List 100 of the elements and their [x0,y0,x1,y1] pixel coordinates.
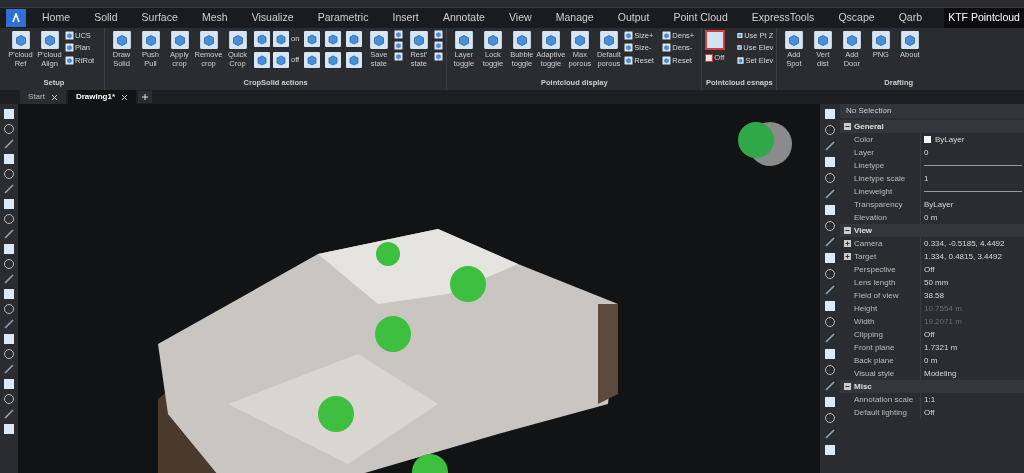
ribbon-tab[interactable]: Solid [92,8,120,28]
expand-icon[interactable] [843,253,851,260]
tool-icon[interactable] [3,348,15,360]
selection-label: No Selection [840,104,1024,118]
tool-icon[interactable] [3,408,15,420]
cube-icon [482,30,503,50]
tool-icon[interactable] [824,412,836,424]
section-header[interactable]: View [854,224,873,237]
tool-icon[interactable] [824,252,836,264]
close-icon[interactable] [121,93,129,101]
tool-icon[interactable] [824,268,836,280]
tool-icon[interactable] [824,172,836,184]
tool-icon[interactable] [824,428,836,440]
collapse-icon[interactable] [843,227,851,234]
tool-icon[interactable] [3,318,15,330]
close-icon[interactable] [50,93,58,101]
ribbon-tab[interactable]: Home [40,8,72,28]
property-label: Lens length [854,276,897,289]
tool-icon[interactable] [824,364,836,376]
tool-icon[interactable] [3,123,15,135]
ribbon-tab[interactable]: Manage [553,8,596,28]
tool-icon[interactable] [3,183,15,195]
tool-icon[interactable] [3,138,15,150]
section-header[interactable]: Misc [854,380,872,393]
small-tool-icon [662,55,672,65]
ribbon-tab[interactable]: View [507,8,534,28]
tool-icon[interactable] [3,198,15,210]
ribbon-tab[interactable]: Qarb [896,8,925,28]
ribbon-tab[interactable]: Visualize [249,8,296,28]
tool-icon[interactable] [824,300,836,312]
tool-icon[interactable] [3,423,15,435]
tool-icon[interactable] [824,380,836,392]
cube-icon [870,30,891,50]
navigation-sphere-icon[interactable] [738,122,792,166]
tool-icon[interactable] [824,140,836,152]
ribbon-tab[interactable]: Mesh [199,8,230,28]
small-tool-icon [662,43,672,53]
tool-icon[interactable] [824,236,836,248]
tool-icon[interactable] [3,333,15,345]
document-tab[interactable]: Start [20,90,66,104]
tool-icon[interactable] [824,332,836,344]
tool-icon[interactable] [3,303,15,315]
collapse-icon[interactable] [843,123,851,130]
collapse-icon[interactable] [843,383,851,390]
ribbon-tab[interactable]: Insert [390,8,421,28]
property-value: 0 m [924,211,938,224]
tool-icon[interactable] [3,153,15,165]
tool-icon[interactable] [3,393,15,405]
app-menu-button[interactable] [6,9,26,27]
cube-icon [368,30,389,50]
tool-icon[interactable] [3,228,15,240]
ribbon-tab[interactable]: Parametric [315,8,371,28]
property-label: Default lighting [854,406,908,419]
new-tab-icon[interactable] [138,91,153,103]
property-value: 1:1 [924,393,936,406]
tool-icon[interactable] [3,243,15,255]
tool-icon[interactable] [824,156,836,168]
tool-icon[interactable] [824,204,836,216]
tool-icon[interactable] [3,258,15,270]
tool-icon[interactable] [824,444,836,456]
tool-icon[interactable] [3,288,15,300]
cube-icon [227,30,248,50]
ribbon-tab[interactable]: KTF Pointcloud [944,8,1024,28]
property-label: Lineweight [854,185,894,198]
property-label: Field of view [854,289,900,302]
ribbon-tab[interactable]: Qscape [836,8,877,28]
property-label: Color [854,133,875,146]
ribbon-tab[interactable]: Annotate [440,8,487,28]
property-value: 1.334, 0.4815, 3.4492 [924,250,1002,263]
property-value: Off [924,406,935,419]
document-tab[interactable]: Drawing1* [67,90,137,104]
tool-icon[interactable] [824,396,836,408]
tool-icon[interactable] [3,108,15,120]
small-tool-icon [624,31,634,41]
ribbon-tab[interactable]: ExpressTools [749,8,817,28]
ribbon-tab[interactable]: Surface [139,8,180,28]
cube-icon [272,51,290,69]
tool-icon[interactable] [824,108,836,120]
section-header[interactable]: General [854,120,884,133]
tool-icon[interactable] [3,168,15,180]
toggle-button[interactable] [705,30,726,50]
tool-icon[interactable] [3,363,15,375]
tool-icon[interactable] [824,284,836,296]
tool-icon[interactable] [824,124,836,136]
cube-icon [169,30,190,50]
tool-icon[interactable] [824,316,836,328]
expand-icon[interactable] [843,240,851,247]
property-value: 0.334, -0.5185, 4.4492 [924,237,1005,250]
ribbon-tab[interactable]: Point Cloud [671,8,730,28]
tool-icon[interactable] [824,220,836,232]
property-label: Clipping [854,328,884,341]
tool-icon[interactable] [3,273,15,285]
tool-icon[interactable] [3,378,15,390]
tool-icon[interactable] [824,348,836,360]
property-label: Annotation scale [854,393,915,406]
tool-icon[interactable] [3,213,15,225]
ribbon-tab[interactable]: Output [615,8,652,28]
cube-icon [140,30,161,50]
tool-icon[interactable] [824,188,836,200]
cube-icon [783,30,804,50]
